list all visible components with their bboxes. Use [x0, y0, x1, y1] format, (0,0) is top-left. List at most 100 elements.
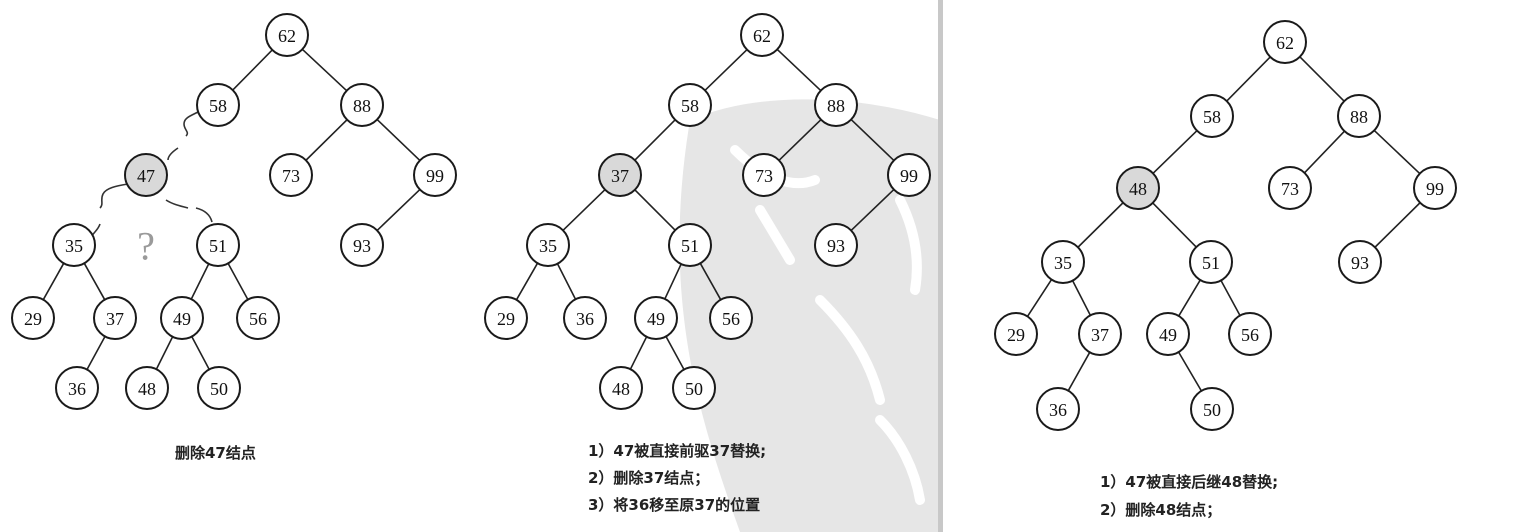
node-label: 58: [209, 96, 227, 116]
tree-node: 29: [11, 296, 55, 340]
tree-node: 56: [709, 296, 753, 340]
node-label: 58: [681, 96, 699, 116]
caption-line: 2）删除37结点；: [588, 469, 709, 487]
panel-delete-47: ? 62 58 88 47 73 99 35 51 93 29 37 49 56 36 48 50 删除47结…: [11, 13, 457, 462]
tree-node: 73: [269, 153, 313, 197]
node-label: 99: [426, 166, 444, 186]
tree-node: 37: [1078, 312, 1122, 356]
tree-edge-n62-n58: [1226, 56, 1271, 102]
node-label: 93: [1351, 253, 1369, 273]
tree-node: 35: [52, 223, 96, 267]
tree-edge-n51-n56: [1220, 280, 1241, 316]
node-label: 49: [173, 309, 191, 329]
node-label: 48: [1129, 179, 1147, 199]
tree-node: 58: [196, 83, 240, 127]
tree-node: 36: [563, 296, 607, 340]
tree-node: 48: [125, 366, 169, 410]
tree-node: 49: [634, 296, 678, 340]
tree-node: 51: [1189, 240, 1233, 284]
tree-edge-n49-n50: [191, 336, 210, 370]
node-label: 50: [685, 379, 703, 399]
tree-edge-n51-n49: [1178, 279, 1201, 317]
node-label: 93: [353, 236, 371, 256]
tree-node: 50: [672, 366, 716, 410]
tree-edge-n62-n88: [776, 48, 822, 92]
tree-edge-n48-n51: [1152, 202, 1197, 248]
tree-node: 50: [1190, 387, 1234, 431]
node-label: 48: [612, 379, 630, 399]
node-label: 48: [138, 379, 156, 399]
tree-node: 58: [1190, 94, 1234, 138]
tree-node: 62: [1263, 20, 1307, 64]
tree-edge-n58-n37: [634, 119, 676, 161]
caption-line: 删除47结点: [175, 444, 256, 462]
node-label: 73: [1281, 179, 1299, 199]
question-mark: ?: [137, 224, 155, 269]
node-label: 36: [576, 309, 594, 329]
node-label: 56: [722, 309, 740, 329]
node-label: 99: [900, 166, 918, 186]
tree-nodes: 62 58 88 48 73 99 35 51 93 29 37 49 56 36 50: [994, 20, 1457, 431]
tree-node: 35: [1041, 240, 1085, 284]
node-label: 36: [68, 379, 86, 399]
tree-edge-n88-n99: [376, 118, 421, 162]
tree-edge-n99-n93: [1374, 202, 1421, 248]
tree-node: 73: [742, 153, 786, 197]
tree-node: 49: [160, 296, 204, 340]
tree-node: 93: [814, 223, 858, 267]
tree-node: 47: [124, 153, 168, 197]
tree-edge-n35-n37: [83, 262, 106, 301]
node-label: 37: [611, 166, 629, 186]
tree-node: 88: [1337, 94, 1381, 138]
tree-edge-n99-n93: [376, 188, 421, 232]
tree-node: 48: [1116, 166, 1160, 210]
tree-edge-n37-n36: [1067, 351, 1091, 392]
caption-line: 2）删除48结点；: [1100, 501, 1221, 519]
tree-edge-n88-n73: [305, 119, 348, 161]
node-label: 49: [1159, 325, 1177, 345]
bst-deletion-diagram: ? 62 58 88 47 73 99 35 51 93 29 37 49 56 36 48 50 删除47结…: [11, 0, 1457, 532]
tree-node: 50: [197, 366, 241, 410]
node-label: 51: [209, 236, 227, 256]
tree-node: 58: [668, 83, 712, 127]
tree-edge-n62-n88: [1299, 56, 1345, 102]
node-label: 62: [278, 26, 296, 46]
tree-node: 93: [1338, 240, 1382, 284]
tree-node: 62: [265, 13, 309, 57]
tree-edge-n37-n35: [562, 189, 606, 231]
tree-node: 37: [93, 296, 137, 340]
node-label: 56: [249, 309, 267, 329]
tree-edge-n88-n99: [1373, 129, 1421, 175]
tree-node: 29: [994, 312, 1038, 356]
node-label: 49: [647, 309, 665, 329]
node-label: 37: [106, 309, 124, 329]
tree-edge-n35-n37: [1071, 280, 1092, 316]
tree-edge-n37-n36: [86, 336, 106, 370]
caption-line: 3）将36移至原37的位置: [588, 496, 760, 514]
tree-edge-n62-n58: [232, 49, 273, 91]
node-label: 36: [1049, 400, 1067, 420]
tree-node: 99: [413, 153, 457, 197]
tree-node: 88: [340, 83, 384, 127]
tree-edge-n62-n88: [301, 48, 348, 92]
node-label: 62: [753, 26, 771, 46]
tree-node: 49: [1146, 312, 1190, 356]
tree-node: 73: [1268, 166, 1312, 210]
node-label: 29: [497, 309, 515, 329]
tree-node: 37: [598, 153, 642, 197]
node-label: 58: [1203, 107, 1221, 127]
tree-edge-n35-n29: [42, 262, 65, 301]
tree-node: 99: [1413, 166, 1457, 210]
node-label: 88: [827, 96, 845, 116]
tree-node: 51: [196, 223, 240, 267]
node-label: 73: [755, 166, 773, 186]
tree-nodes: 62 58 88 47 73 99 35 51 93 29 37 49 56 36 48 50: [11, 13, 457, 410]
node-label: 35: [539, 236, 557, 256]
tree-edge-n51-n49: [664, 263, 682, 300]
node-label: 51: [681, 236, 699, 256]
caption-line: 1）47被直接后继48替换;: [1100, 473, 1278, 491]
tree-node: 51: [668, 223, 712, 267]
tree-node: 93: [340, 223, 384, 267]
node-label: 56: [1241, 325, 1259, 345]
node-label: 50: [1203, 400, 1221, 420]
